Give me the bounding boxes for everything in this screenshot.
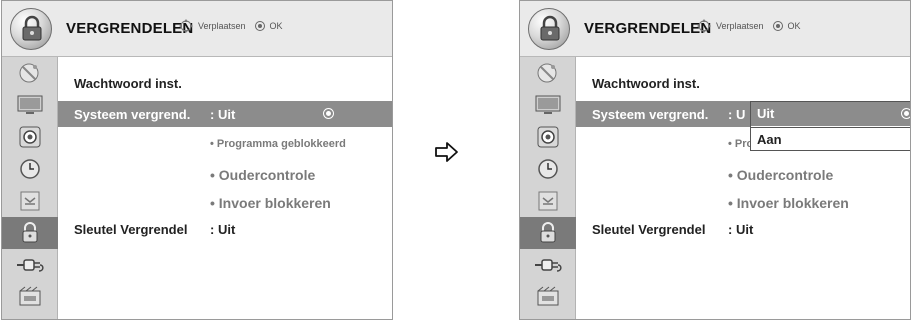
- row-system-lock-value: : U: [728, 107, 746, 122]
- row-key-lock-value: : Uit: [728, 222, 754, 237]
- sub-item-input-block[interactable]: • Invoer blokkeren: [728, 195, 849, 211]
- dpad-icon: [697, 19, 711, 33]
- dropdown-option-on[interactable]: Aan: [751, 127, 910, 151]
- row-system-lock-label: Systeem vergrend.: [592, 107, 709, 122]
- media-icon[interactable]: [520, 281, 576, 313]
- navigation-hint: Verplaatsen OK: [179, 19, 283, 33]
- dropdown-option-off[interactable]: Uit: [751, 102, 910, 126]
- hint-ok-text: OK: [269, 21, 283, 31]
- plug-icon[interactable]: [520, 249, 576, 281]
- sub-item-parental[interactable]: • Oudercontrole: [210, 167, 315, 183]
- row-key-lock-label: Sleutel Vergrendel: [592, 222, 706, 237]
- input-icon[interactable]: [2, 185, 58, 217]
- ok-button-icon: [772, 21, 783, 31]
- sub-item-parental[interactable]: • Oudercontrole: [728, 167, 833, 183]
- hint-move-text: Verplaatsen: [716, 21, 764, 31]
- hint-ok-text: OK: [787, 21, 801, 31]
- monitor-icon[interactable]: [2, 89, 58, 121]
- input-icon[interactable]: [520, 185, 576, 217]
- navigation-hint: Verplaatsen OK: [697, 19, 801, 33]
- menu-title: VERGRENDELEN: [584, 20, 712, 37]
- plug-icon[interactable]: [2, 249, 58, 281]
- lock-header-icon: [528, 8, 570, 50]
- row-key-lock-label: Sleutel Vergrendel: [74, 222, 188, 237]
- clock-icon[interactable]: [2, 153, 58, 185]
- menu-header: VERGRENDELEN Verplaatsen OK: [2, 1, 392, 57]
- lock-menu-panel-after: VERGRENDELEN Verplaatsen OK Wachtwoord i…: [519, 0, 911, 320]
- row-password[interactable]: Wachtwoord inst.: [58, 70, 392, 96]
- category-sidebar: [520, 57, 576, 319]
- radio-selected-icon: [323, 108, 334, 119]
- satellite-icon[interactable]: [2, 57, 58, 89]
- row-key-lock-value: : Uit: [210, 222, 236, 237]
- next-step-arrow-icon: [435, 141, 459, 168]
- row-password-label: Wachtwoord inst.: [592, 76, 700, 91]
- ok-button-icon: [254, 21, 265, 31]
- row-key-lock[interactable]: Sleutel Vergrendel : Uit: [576, 216, 910, 242]
- hint-move-text: Verplaatsen: [198, 21, 246, 31]
- dropdown-option-on-label: Aan: [757, 132, 782, 147]
- row-password[interactable]: Wachtwoord inst.: [576, 70, 910, 96]
- speaker-icon[interactable]: [2, 121, 58, 153]
- row-system-lock-label: Systeem vergrend.: [74, 107, 191, 122]
- lock-menu-panel-before: VERGRENDELEN Verplaatsen OK Wachtwoord i…: [1, 0, 393, 320]
- satellite-icon[interactable]: [520, 57, 576, 89]
- row-system-lock-value: : Uit: [210, 107, 236, 122]
- clock-icon[interactable]: [520, 153, 576, 185]
- lock-icon[interactable]: [2, 217, 58, 249]
- sub-item-input-block[interactable]: • Invoer blokkeren: [210, 195, 331, 211]
- media-icon[interactable]: [2, 281, 58, 313]
- sub-item-block-program[interactable]: • Programma geblokkeerd: [210, 138, 346, 150]
- row-system-lock[interactable]: Systeem vergrend. : Uit: [58, 101, 392, 127]
- dpad-icon: [179, 19, 193, 33]
- lock-header-icon: [10, 8, 52, 50]
- menu-title: VERGRENDELEN: [66, 20, 194, 37]
- category-sidebar: [2, 57, 58, 319]
- row-password-label: Wachtwoord inst.: [74, 76, 182, 91]
- speaker-icon[interactable]: [520, 121, 576, 153]
- radio-selected-icon: [901, 108, 910, 119]
- dropdown-option-off-label: Uit: [757, 106, 775, 121]
- row-key-lock[interactable]: Sleutel Vergrendel : Uit: [58, 216, 392, 242]
- monitor-icon[interactable]: [520, 89, 576, 121]
- menu-header: VERGRENDELEN Verplaatsen OK: [520, 1, 910, 57]
- system-lock-dropdown[interactable]: Uit Aan: [750, 101, 910, 151]
- lock-icon[interactable]: [520, 217, 576, 249]
